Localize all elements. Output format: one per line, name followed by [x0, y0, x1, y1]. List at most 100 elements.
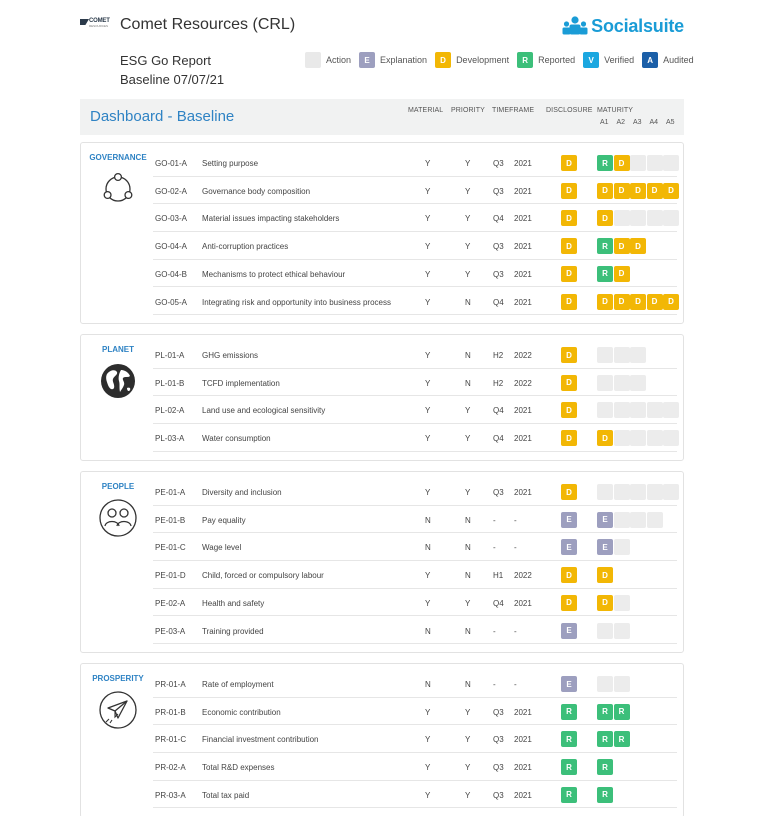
maturity-cell-a1[interactable]: E [597, 511, 613, 528]
maturity-cell-a3[interactable] [630, 155, 646, 171]
maturity-cell-a3[interactable]: D [630, 238, 646, 255]
maturity-cell-a5[interactable] [663, 484, 679, 500]
disclosure-badge[interactable]: R [561, 731, 577, 748]
disclosure-badge[interactable]: R [561, 786, 577, 803]
maturity-cell-a2[interactable] [613, 594, 630, 611]
disclosure-badge[interactable]: D [561, 594, 577, 611]
maturity-cell-a2[interactable] [613, 484, 630, 500]
maturity-cell-a2[interactable]: D [613, 155, 630, 171]
disclosure-badge[interactable]: D [561, 402, 577, 419]
maturity-cell-a1[interactable] [597, 347, 613, 363]
maturity-cell-a3[interactable] [630, 347, 646, 363]
maturity-cell-a2[interactable] [613, 622, 630, 639]
maturity-cell-a5[interactable] [663, 210, 679, 227]
maturity-cell-a2[interactable]: D [613, 293, 630, 310]
maturity-cell-a2[interactable] [613, 539, 630, 556]
maturity-cell-a2[interactable] [613, 676, 630, 692]
maturity-cell-a2[interactable]: R [613, 703, 630, 720]
maturity-cell-a1[interactable]: R [597, 703, 613, 720]
maturity-cell-a2[interactable] [613, 402, 630, 419]
maturity-cell-a2[interactable]: R [613, 731, 630, 748]
maturity-cell-a3[interactable]: D [630, 182, 646, 199]
disclosure-badge[interactable]: D [561, 347, 577, 363]
table-row[interactable]: PE-01-B Pay equality N N - - E E [153, 506, 677, 534]
table-row[interactable]: PR-03-A Total tax paid Y Y Q3 2021 R R [153, 781, 677, 809]
disclosure-badge[interactable]: D [561, 374, 577, 391]
table-row[interactable]: GO-04-A Anti-corruption practices Y Y Q3 2021… [153, 232, 677, 260]
maturity-cell-a1[interactable]: R [597, 759, 613, 776]
maturity-cell-a1[interactable]: R [597, 731, 613, 748]
maturity-cell-a4[interactable] [646, 511, 663, 528]
disclosure-badge[interactable]: R [561, 759, 577, 776]
maturity-cell-a4[interactable] [646, 484, 663, 500]
maturity-cell-a1[interactable] [597, 484, 613, 500]
maturity-cell-a3[interactable] [630, 402, 646, 419]
disclosure-badge[interactable]: E [561, 676, 577, 692]
maturity-cell-a3[interactable] [630, 484, 646, 500]
maturity-cell-a4[interactable]: D [646, 182, 663, 199]
maturity-cell-a1[interactable]: D [597, 182, 613, 199]
disclosure-badge[interactable]: E [561, 511, 577, 528]
table-row[interactable]: PR-01-A Rate of employment N N - - E [153, 670, 677, 698]
maturity-cell-a3[interactable]: D [630, 293, 646, 310]
disclosure-badge[interactable]: D [561, 293, 577, 310]
maturity-cell-a2[interactable] [613, 511, 630, 528]
maturity-cell-a2[interactable]: D [613, 182, 630, 199]
maturity-cell-a5[interactable] [663, 402, 679, 419]
maturity-cell-a1[interactable] [597, 622, 613, 639]
maturity-cell-a4[interactable] [646, 430, 663, 447]
maturity-cell-a3[interactable] [630, 374, 646, 391]
table-row[interactable]: PR-01-C Financial investment contribution… [153, 725, 677, 754]
maturity-cell-a2[interactable]: D [613, 265, 630, 282]
disclosure-badge[interactable]: D [561, 484, 577, 500]
maturity-cell-a3[interactable] [630, 210, 646, 227]
maturity-cell-a1[interactable] [597, 374, 613, 391]
maturity-cell-a1[interactable] [597, 402, 613, 419]
maturity-cell-a1[interactable]: R [597, 155, 613, 171]
table-row[interactable]: PE-01-D Child, forced or compulsory labou… [153, 561, 677, 589]
maturity-cell-a1[interactable]: D [597, 293, 613, 310]
maturity-cell-a4[interactable] [646, 210, 663, 227]
maturity-cell-a4[interactable]: D [646, 293, 663, 310]
table-row[interactable]: GO-04-B Mechanisms to protect ethical beh… [153, 260, 677, 288]
maturity-cell-a1[interactable]: R [597, 786, 613, 803]
maturity-cell-a1[interactable]: D [597, 567, 613, 584]
disclosure-badge[interactable]: D [561, 182, 577, 199]
table-row[interactable]: GO-05-A Integrating risk and opportunity … [153, 288, 679, 316]
disclosure-badge[interactable]: D [561, 210, 577, 227]
maturity-cell-a1[interactable]: D [597, 430, 613, 447]
maturity-cell-a2[interactable] [613, 374, 630, 391]
maturity-cell-a5[interactable]: D [663, 293, 679, 310]
disclosure-badge[interactable]: R [561, 703, 577, 720]
maturity-cell-a5[interactable] [663, 155, 679, 171]
maturity-cell-a1[interactable]: R [597, 238, 613, 255]
table-row[interactable]: PL-03-A Water consumption Y Y Q4 2021 D D [153, 424, 679, 452]
maturity-cell-a1[interactable] [597, 676, 613, 692]
maturity-cell-a3[interactable] [630, 511, 646, 528]
maturity-cell-a2[interactable] [613, 210, 630, 227]
table-row[interactable]: PL-01-A GHG emissions Y N H2 2022 D [153, 341, 677, 369]
table-row[interactable]: PL-01-B TCFD implementation Y N H2 2022 D [153, 369, 677, 397]
table-row[interactable]: PR-02-A Total R&D expenses Y Y Q3 2021 R R [153, 753, 677, 781]
table-row[interactable]: PE-01-A Diversity and inclusion Y Y Q3 2021 D [153, 478, 679, 506]
maturity-cell-a1[interactable]: D [597, 210, 613, 227]
table-row[interactable]: PR-01-B Economic contribution Y Y Q3 2021 R R R [153, 698, 677, 726]
maturity-cell-a5[interactable]: D [663, 182, 679, 199]
disclosure-badge[interactable]: D [561, 567, 577, 584]
disclosure-badge[interactable]: D [561, 155, 577, 171]
maturity-cell-a1[interactable]: R [597, 265, 613, 282]
table-row[interactable]: PL-02-A Land use and ecological sensitivi… [153, 396, 679, 425]
maturity-cell-a3[interactable] [630, 430, 646, 447]
table-row[interactable]: PE-01-C Wage level N N - - E E [153, 533, 677, 562]
maturity-cell-a2[interactable] [613, 347, 630, 363]
maturity-cell-a4[interactable] [646, 155, 663, 171]
maturity-cell-a2[interactable]: D [613, 238, 630, 255]
disclosure-badge[interactable]: D [561, 238, 577, 255]
disclosure-badge[interactable]: E [561, 622, 577, 639]
table-row[interactable]: PE-02-A Health and safety Y Y Q4 2021 D D [153, 589, 677, 617]
disclosure-badge[interactable]: D [561, 265, 577, 282]
maturity-cell-a1[interactable]: E [597, 539, 613, 556]
maturity-cell-a5[interactable] [663, 430, 679, 447]
table-row[interactable]: PE-03-A Training provided N N - - E [153, 617, 677, 645]
disclosure-badge[interactable]: E [561, 539, 577, 556]
